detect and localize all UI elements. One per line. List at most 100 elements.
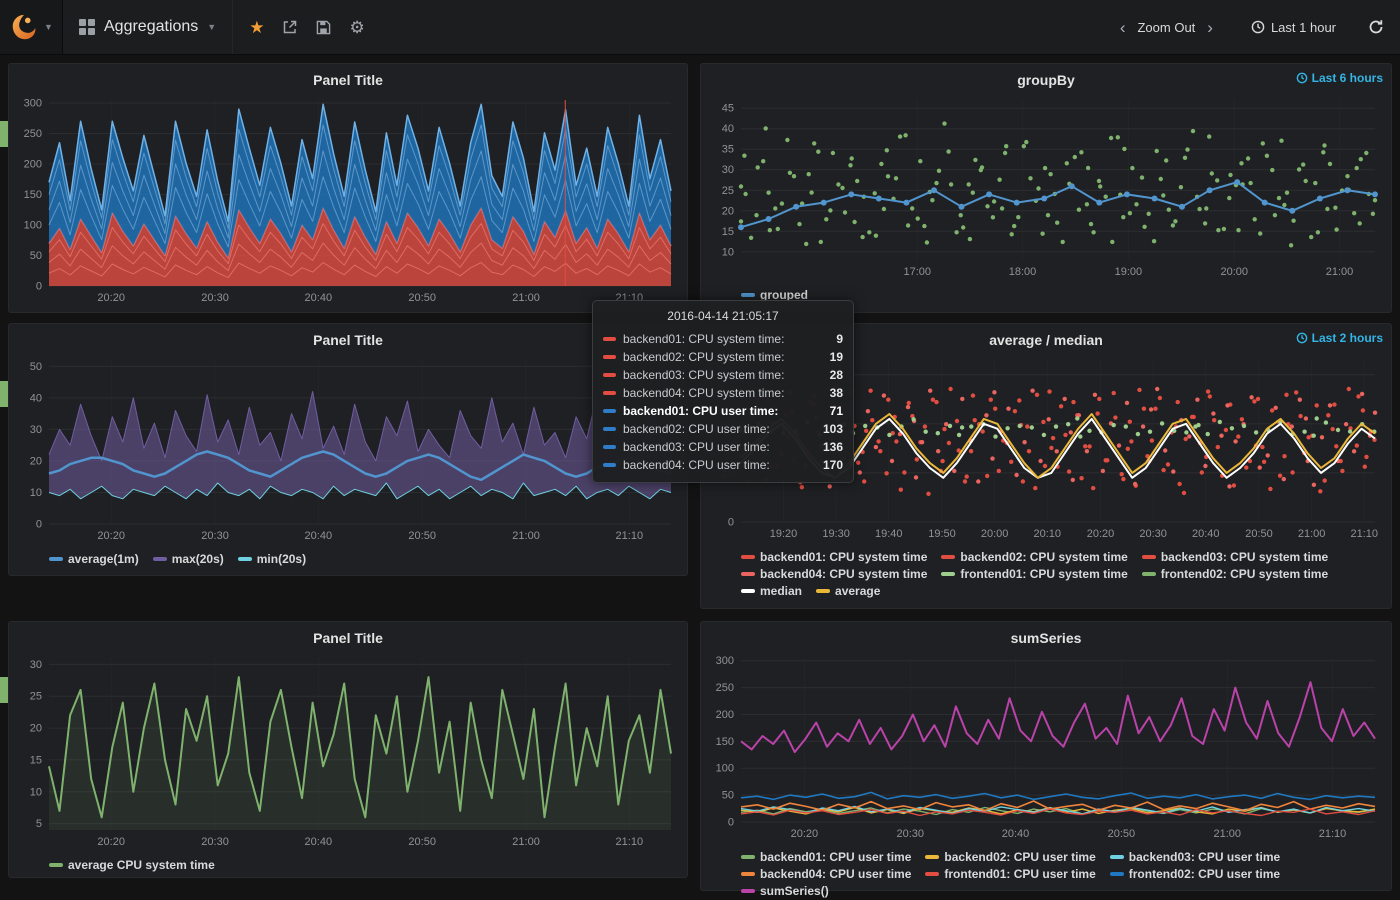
svg-text:100: 100 [24, 220, 42, 232]
tooltip-row: backend02: CPU user time:103 [603, 420, 843, 438]
legend-series-label: median [760, 584, 802, 598]
svg-text:35: 35 [722, 144, 734, 156]
svg-text:20:40: 20:40 [1192, 528, 1220, 540]
dashboard-caret-icon: ▼ [207, 22, 216, 32]
tooltip-row: backend01: CPU system time:9 [603, 330, 843, 348]
legend-series-key-icon [49, 863, 63, 867]
legend-item[interactable]: backend02: CPU user time [925, 850, 1095, 864]
panel-header[interactable]: groupBy Last 6 hours [707, 68, 1385, 92]
legend-item[interactable]: backend01: CPU user time [741, 850, 911, 864]
svg-text:0: 0 [36, 281, 42, 293]
svg-text:10: 10 [30, 786, 42, 798]
chart-cpu-stacked[interactable]: 20:2020:3020:4020:5021:0021:100501001502… [15, 92, 681, 306]
dashboard-grid: Panel Title 20:2020:3020:4020:5021:0021:… [0, 55, 1400, 900]
legend-series-key-icon [941, 572, 955, 576]
legend-item[interactable]: average(1m) [49, 552, 139, 566]
svg-text:20:40: 20:40 [305, 836, 333, 848]
legend-series-label: backend03: CPU system time [1161, 550, 1328, 564]
svg-text:20:00: 20:00 [981, 528, 1009, 540]
svg-text:50: 50 [722, 790, 734, 802]
legend-series-label: min(20s) [257, 552, 306, 566]
svg-text:20:30: 20:30 [201, 530, 229, 542]
dashboard-grid-icon [79, 19, 95, 35]
svg-text:20: 20 [30, 723, 42, 735]
legend-item[interactable]: backend01: CPU system time [741, 550, 927, 564]
chart-sumseries[interactable]: 20:2020:3020:4020:5021:0021:100501001502… [707, 650, 1385, 842]
legend-item[interactable]: frontend02: CPU user time [1110, 867, 1280, 881]
svg-text:21:00: 21:00 [1298, 528, 1326, 540]
share-icon[interactable] [282, 19, 298, 35]
legend-item[interactable]: backend03: CPU user time [1110, 850, 1280, 864]
svg-text:25: 25 [722, 185, 734, 197]
svg-text:15: 15 [722, 226, 734, 238]
panel-title: groupBy [1017, 72, 1075, 88]
panel-time-override[interactable]: Last 2 hours [1296, 331, 1383, 345]
svg-text:17:00: 17:00 [903, 266, 931, 278]
legend-series-key-icon [153, 557, 167, 561]
settings-gear-icon[interactable]: ⚙ [349, 19, 364, 36]
panel-header[interactable]: Panel Title [15, 328, 681, 352]
svg-text:21:10: 21:10 [616, 836, 644, 848]
legend-series-key-icon [238, 557, 252, 561]
legend-series-key-icon [925, 855, 939, 859]
legend-series-label: average [835, 584, 880, 598]
legend-series-key-icon [1142, 572, 1156, 576]
svg-text:20:20: 20:20 [791, 828, 819, 840]
legend-item[interactable]: backend04: CPU user time [741, 867, 911, 881]
time-range-picker[interactable]: Last 1 hour [1251, 20, 1336, 35]
dashboard-picker[interactable]: Aggregations ▼ [63, 0, 233, 54]
shift-time-forward-icon[interactable]: › [1207, 19, 1213, 36]
shift-time-back-icon[interactable]: ‹ [1120, 19, 1126, 36]
legend-series-label: frontend01: CPU user time [944, 867, 1095, 881]
svg-text:20:30: 20:30 [201, 836, 229, 848]
svg-text:21:10: 21:10 [616, 530, 644, 542]
legend-series-label: frontend02: CPU user time [1129, 867, 1280, 881]
legend-item[interactable]: average [816, 584, 880, 598]
svg-text:30: 30 [722, 164, 734, 176]
svg-text:250: 250 [716, 682, 734, 694]
legend-item[interactable]: frontend01: CPU user time [925, 867, 1095, 881]
chart-avg-max-min[interactable]: 20:2020:3020:4020:5021:0021:100102030405… [15, 352, 681, 544]
legend-series-label: backend04: CPU user time [760, 867, 911, 881]
legend-item[interactable]: frontend02: CPU system time [1142, 567, 1328, 581]
legend-item[interactable]: median [741, 584, 802, 598]
save-icon[interactable] [316, 20, 331, 35]
graph-tooltip: 2016-04-14 21:05:17 backend01: CPU syste… [592, 300, 854, 483]
legend-item[interactable]: backend02: CPU system time [941, 550, 1127, 564]
panel-average-cpu: Panel Title 20:2020:3020:4020:5021:0021:… [8, 621, 688, 878]
legend-series-label: max(20s) [172, 552, 224, 566]
svg-text:100: 100 [716, 763, 734, 775]
chart-average-cpu[interactable]: 20:2020:3020:4020:5021:0021:105101520253… [15, 650, 681, 850]
svg-text:200: 200 [24, 159, 42, 171]
grafana-logo[interactable]: ▼ [0, 0, 63, 54]
panel-title: average / median [989, 332, 1103, 348]
panel-time-override[interactable]: Last 6 hours [1296, 71, 1383, 85]
svg-text:20: 20 [722, 205, 734, 217]
legend-item[interactable]: max(20s) [153, 552, 224, 566]
legend-item[interactable]: min(20s) [238, 552, 306, 566]
legend-series-key-icon [741, 572, 755, 576]
zoom-out-button[interactable]: Zoom Out [1137, 20, 1195, 35]
legend-series-key-icon [741, 555, 755, 559]
legend-item[interactable]: sumSeries() [741, 884, 829, 898]
svg-text:21:10: 21:10 [1350, 528, 1378, 540]
legend-item[interactable]: frontend01: CPU system time [941, 567, 1127, 581]
chart-groupby[interactable]: 17:0018:0019:0020:0021:00101520253035404… [707, 92, 1385, 280]
star-icon[interactable]: ★ [249, 19, 264, 36]
panel-header[interactable]: Panel Title [15, 626, 681, 650]
svg-text:5: 5 [36, 818, 42, 830]
legend: average CPU system time [15, 855, 681, 873]
svg-text:21:00: 21:00 [512, 292, 540, 304]
refresh-icon[interactable] [1368, 19, 1384, 35]
svg-text:250: 250 [24, 128, 42, 140]
legend-item[interactable]: backend04: CPU system time [741, 567, 927, 581]
svg-text:20:00: 20:00 [1220, 266, 1248, 278]
legend-series-label: backend01: CPU user time [760, 850, 911, 864]
legend-item[interactable]: average CPU system time [49, 858, 215, 872]
legend-series-key-icon [1110, 855, 1124, 859]
legend-series-key-icon [741, 872, 755, 876]
legend-item[interactable]: backend03: CPU system time [1142, 550, 1328, 564]
panel-header[interactable]: sumSeries [707, 626, 1385, 650]
panel-header[interactable]: Panel Title [15, 68, 681, 92]
svg-text:20:20: 20:20 [97, 530, 125, 542]
